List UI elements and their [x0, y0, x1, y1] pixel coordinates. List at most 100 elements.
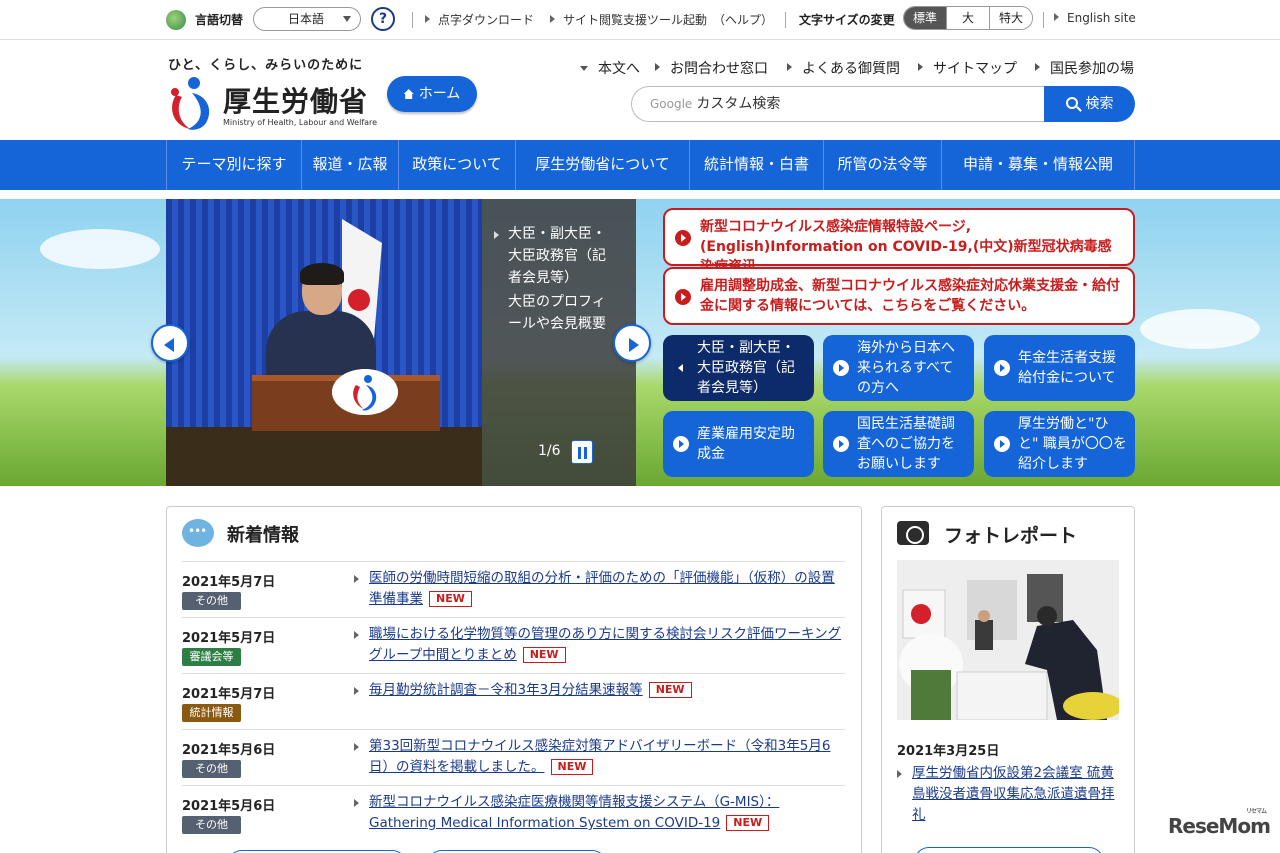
nav-press[interactable]: 報道・広報 [301, 140, 398, 190]
font-size-xlarge-button[interactable]: 特大 [990, 7, 1032, 29]
minister-figure [300, 263, 344, 285]
search-icon [1065, 97, 1078, 109]
arrow-right-icon [1035, 63, 1040, 71]
search-button[interactable]: 検索 [1044, 86, 1135, 122]
carousel-pause-button[interactable] [571, 440, 593, 464]
public-participation-link[interactable]: 国民参加の場 [1035, 58, 1134, 78]
nav-statistics[interactable]: 統計情報・白書 [689, 140, 823, 190]
new-badge: NEW [429, 591, 472, 607]
faq-link[interactable]: よくある御質問 [787, 58, 900, 78]
news-link[interactable]: 新型コロナウイルス感染症医療機関等情報支援システム（G-MIS）：Gatheri… [354, 792, 845, 834]
arrow-right-icon [787, 63, 792, 71]
news-date: 2021年5月6日 [182, 799, 276, 814]
divider [412, 12, 413, 28]
nav-about[interactable]: 厚生労働省について [515, 140, 689, 190]
home-button[interactable]: ホーム [387, 76, 477, 112]
nav-policy[interactable]: 政策について [398, 140, 515, 190]
news-link[interactable]: 医師の労働時間短縮の取組の分析・評価のための「評価機能」（仮称）の設置準備事業 N… [354, 568, 845, 610]
news-link[interactable]: 第33回新型コロナウイルス感染症対策アドバイザリーボード（令和3年5月6日）の資… [354, 736, 845, 778]
pause-icon [578, 447, 581, 459]
arrow-right-icon [833, 360, 849, 376]
carousel-counter: 1/6 [538, 443, 561, 459]
photo-report-more-button[interactable] [914, 847, 1104, 853]
photo-report-panel: フォトレポート 2021年3月25日 厚生労働省内仮設第2会議室 硫黄島戦没者遺… [881, 506, 1135, 853]
news-date: 2021年5月7日 [182, 575, 276, 590]
search-input[interactable]: Google カスタム検索 [631, 86, 1045, 122]
contact-link[interactable]: お問合わせ窓口 [655, 58, 768, 78]
english-site-link[interactable]: English site [1054, 11, 1136, 25]
skip-to-content-link[interactable]: 本文へ [580, 58, 640, 78]
news-item: 2021年5月7日 その他 医師の労働時間短縮の取組の分析・評価のための「評価機… [182, 561, 845, 617]
font-size-standard-button[interactable]: 標準 [904, 7, 947, 29]
arrow-right-icon [673, 436, 689, 452]
tile-pension-support[interactable]: 年金生活者支援給付金について [984, 335, 1135, 401]
font-size-label: 文字サイズの変更 [799, 13, 895, 27]
tile-employment-grant[interactable]: 産業雇用安定助成金 [663, 411, 814, 477]
chevron-down-icon [343, 16, 351, 22]
carousel-next-button[interactable] [613, 324, 651, 362]
flag-decoration [348, 289, 370, 311]
photo-report-image[interactable] [897, 560, 1119, 720]
news-panel: 新着情報 2021年5月7日 その他 医師の労働時間短縮の取組の分析・評価のため… [166, 506, 862, 853]
hero-banner: 大臣・副大臣・大臣政務官（記者会見等） 大臣のプロフィールや会見概要 1/6 新… [0, 199, 1280, 486]
new-badge: NEW [726, 815, 770, 831]
news-link[interactable]: 毎月勤労統計調査－令和3年3月分結果速報等 NEW [354, 680, 845, 701]
floor-decoration [166, 427, 482, 486]
nav-laws[interactable]: 所管の法令等 [823, 140, 941, 190]
employment-subsidy-alert[interactable]: 雇用調整助成金、新型コロナウイルス感染症対応休業支援金・給付金に関する情報につい… [663, 267, 1135, 325]
font-size-large-button[interactable]: 大 [947, 7, 990, 29]
photo-report-date: 2021年3月25日 [897, 744, 1000, 759]
tile-entry-to-japan[interactable]: 海外から日本へ来られるすべての方へ [823, 335, 974, 401]
category-badge: 統計情報 [182, 704, 241, 722]
divider [785, 12, 786, 28]
new-badge: NEW [522, 647, 566, 663]
category-badge: その他 [182, 816, 241, 834]
tile-living-survey[interactable]: 国民生活基礎調査へのご協力をお願いします [823, 411, 974, 477]
arrow-right-icon [629, 338, 639, 352]
accessibility-tool-link[interactable]: サイト閲覧支援ツール起動 [550, 11, 707, 28]
tile-staff-introduction[interactable]: 厚生労働と"ひと" 職員が〇〇を紹介します [984, 411, 1135, 477]
cloud-decoration [40, 229, 160, 269]
new-badge: NEW [648, 682, 692, 698]
font-size-selector: 標準 大 特大 [903, 6, 1033, 30]
photo-report-title: フォトレポート [944, 525, 1078, 547]
utility-bar: 言語切替 日本語 ? 点字ダウンロード サイト閲覧支援ツール起動 （ヘルプ） 文… [0, 0, 1280, 40]
help-icon[interactable]: ? [371, 7, 395, 31]
nav-theme[interactable]: テーマ別に探す [166, 140, 301, 190]
photo-report-link[interactable]: 厚生労働省内仮設第2会議室 硫黄島戦没者遺骨収集応急派遣遺骨拝礼 [897, 763, 1119, 826]
pause-icon [584, 447, 587, 459]
new-badge: NEW [550, 759, 594, 775]
divider [1043, 12, 1044, 28]
news-date: 2021年5月7日 [182, 687, 276, 702]
braille-download-link[interactable]: 点字ダウンロード [425, 11, 534, 28]
arrow-right-icon [550, 15, 555, 23]
resemom-watermark: ReseMom リセマム [1168, 808, 1271, 838]
covid-info-alert[interactable]: 新型コロナウイルス感染症情報特設ページ,(English)Information… [663, 208, 1135, 275]
logo-text[interactable]: 厚生労働省 [223, 80, 368, 120]
news-date: 2021年5月6日 [182, 743, 276, 758]
arrow-left-icon [673, 360, 689, 376]
globe-icon [166, 10, 186, 30]
mhlw-logo-icon[interactable] [166, 75, 216, 131]
news-title: 新着情報 [227, 525, 299, 546]
tile-minister-press[interactable]: 大臣・副大臣・大臣政務官（記者会見等） [663, 335, 814, 401]
news-item: 2021年5月6日 その他 第33回新型コロナウイルス感染症対策アドバイザリーボ… [182, 729, 845, 785]
home-icon [403, 89, 414, 99]
arrow-right-icon [675, 289, 691, 305]
arrow-right-icon [1054, 13, 1059, 21]
news-date: 2021年5月7日 [182, 631, 276, 646]
carousel-prev-button[interactable] [151, 324, 189, 362]
language-select[interactable]: 日本語 [253, 7, 361, 31]
logo-english: Ministry of Health, Labour and Welfare [223, 118, 378, 127]
accessibility-help-link[interactable]: （ヘルプ） [713, 11, 773, 28]
language-value: 日本語 [288, 12, 325, 26]
arrow-right-icon [675, 230, 691, 246]
nav-applications[interactable]: 申請・募集・情報公開 [941, 140, 1135, 190]
sitemap-link[interactable]: サイトマップ [918, 58, 1017, 78]
news-link[interactable]: 職場における化学物質等の管理のあり方に関する検討会リスク評価ワーキンググループ中… [354, 624, 845, 666]
arrow-right-icon [994, 436, 1010, 452]
carousel-slide-image[interactable] [166, 199, 482, 486]
mhlw-logo-icon [332, 369, 398, 415]
category-badge: その他 [182, 592, 241, 610]
caption-title: 大臣・副大臣・大臣政務官（記者会見等） [508, 226, 606, 286]
